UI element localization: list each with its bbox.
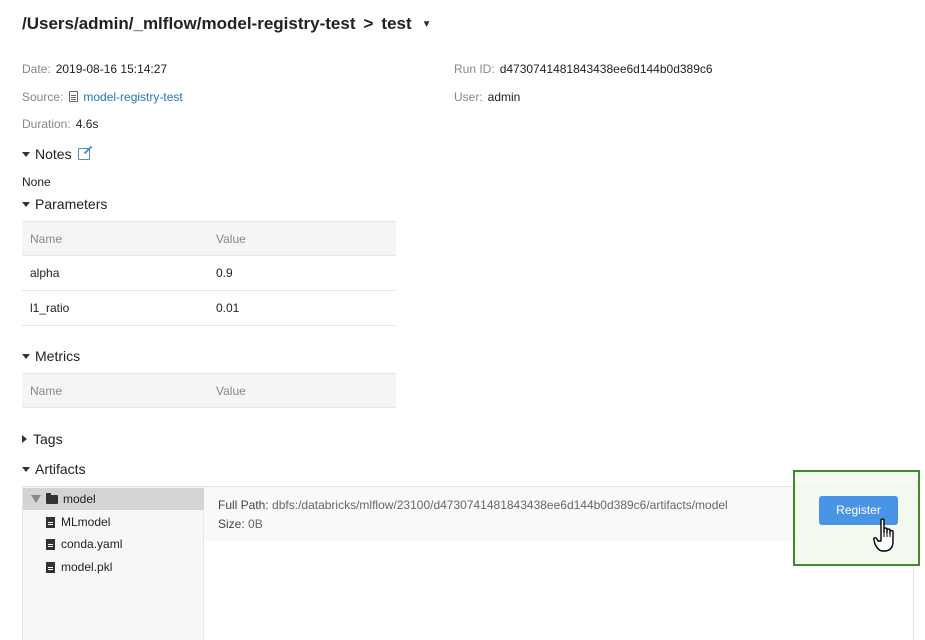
full-path-label: Full Path: [218, 498, 269, 512]
collapse-icon [22, 435, 27, 443]
expand-icon [22, 466, 30, 472]
param-name: alpha [22, 255, 208, 291]
run-id-value: d4730741481843438ee6d144b0d389c6 [499, 62, 713, 76]
size: Size: 0B [218, 517, 263, 531]
hand-pointer-icon [873, 518, 894, 552]
file-icon [46, 538, 55, 550]
parameters-label: Parameters [35, 196, 108, 212]
tree-expand-icon[interactable] [31, 495, 41, 503]
notes-section-toggle[interactable]: Notes [22, 146, 90, 162]
size-label: Size: [218, 517, 245, 531]
parameters-section-toggle[interactable]: Parameters [22, 196, 107, 212]
column-header-value: Value [208, 221, 396, 256]
duration-label: Duration: [22, 117, 71, 131]
table-header-row: Name Value [22, 373, 396, 408]
artifacts-panel: model MLmodel conda.yaml model.pkl Full … [22, 486, 914, 640]
tags-label: Tags [33, 431, 63, 447]
table-row: l1_ratio 0.01 [22, 290, 396, 326]
tree-item-model-folder[interactable]: model [23, 488, 204, 510]
notes-value: None [22, 175, 51, 189]
user-field: User: admin [454, 90, 520, 104]
file-icon [46, 561, 55, 573]
artifacts-section-toggle[interactable]: Artifacts [22, 461, 86, 477]
experiment-path[interactable]: /Users/admin/_mlflow/model-registry-test [22, 14, 355, 34]
edit-icon[interactable] [77, 148, 90, 160]
tags-section-toggle[interactable]: Tags [22, 431, 63, 447]
expand-icon [22, 151, 30, 157]
expand-icon [22, 201, 30, 207]
date-field: Date: 2019-08-16 15:14:27 [22, 62, 167, 76]
column-header-name: Name [22, 373, 208, 408]
expand-icon [22, 353, 30, 359]
source-link[interactable]: model-registry-test [83, 90, 182, 104]
user-label: User: [454, 90, 483, 104]
column-header-name: Name [22, 221, 208, 256]
metrics-section-toggle[interactable]: Metrics [22, 348, 80, 364]
breadcrumb-separator: > [363, 14, 374, 33]
source-label: Source: [22, 90, 64, 104]
notes-label: Notes [35, 146, 72, 162]
tree-item-label: conda.yaml [61, 537, 123, 551]
run-name: test [381, 14, 412, 33]
param-name: l1_ratio [22, 290, 208, 326]
source-field: Source: model-registry-test [22, 90, 183, 104]
user-value: admin [487, 90, 521, 104]
tree-item-mlmodel[interactable]: MLmodel [23, 511, 204, 533]
date-value: 2019-08-16 15:14:27 [55, 62, 168, 76]
table-header-row: Name Value [22, 221, 396, 256]
notebook-icon [69, 91, 79, 102]
tree-item-label: model.pkl [61, 560, 113, 574]
param-value: 0.01 [208, 290, 396, 326]
caret-down-icon[interactable]: ▼ [422, 19, 432, 30]
page-title: /Users/admin/_mlflow/model-registry-test… [22, 14, 432, 34]
tree-item-model-pkl[interactable]: model.pkl [23, 556, 204, 578]
tree-item-label: MLmodel [61, 515, 111, 529]
table-row: alpha 0.9 [22, 255, 396, 291]
duration-value: 4.6s [75, 117, 99, 131]
parameters-table: Name Value alpha 0.9 l1_ratio 0.01 [22, 221, 396, 326]
full-path-value: dbfs:/databricks/mlflow/23100/d473074148… [272, 498, 728, 512]
run-id-field: Run ID: d4730741481843438ee6d144b0d389c6 [454, 62, 713, 76]
date-label: Date: [22, 62, 51, 76]
folder-icon [46, 492, 58, 504]
tree-item-conda-yaml[interactable]: conda.yaml [23, 533, 204, 555]
run-id-label: Run ID: [454, 62, 495, 76]
full-path: Full Path: dbfs:/databricks/mlflow/23100… [218, 498, 728, 512]
size-value: 0B [248, 517, 263, 531]
artifacts-label: Artifacts [35, 461, 86, 477]
artifact-tree: model MLmodel conda.yaml model.pkl [23, 487, 204, 640]
column-header-value: Value [208, 373, 396, 408]
metrics-label: Metrics [35, 348, 81, 364]
tree-item-label: model [63, 492, 96, 506]
param-value: 0.9 [208, 255, 396, 291]
metrics-table: Name Value [22, 373, 396, 408]
duration-field: Duration: 4.6s [22, 117, 98, 131]
file-icon [46, 516, 55, 528]
